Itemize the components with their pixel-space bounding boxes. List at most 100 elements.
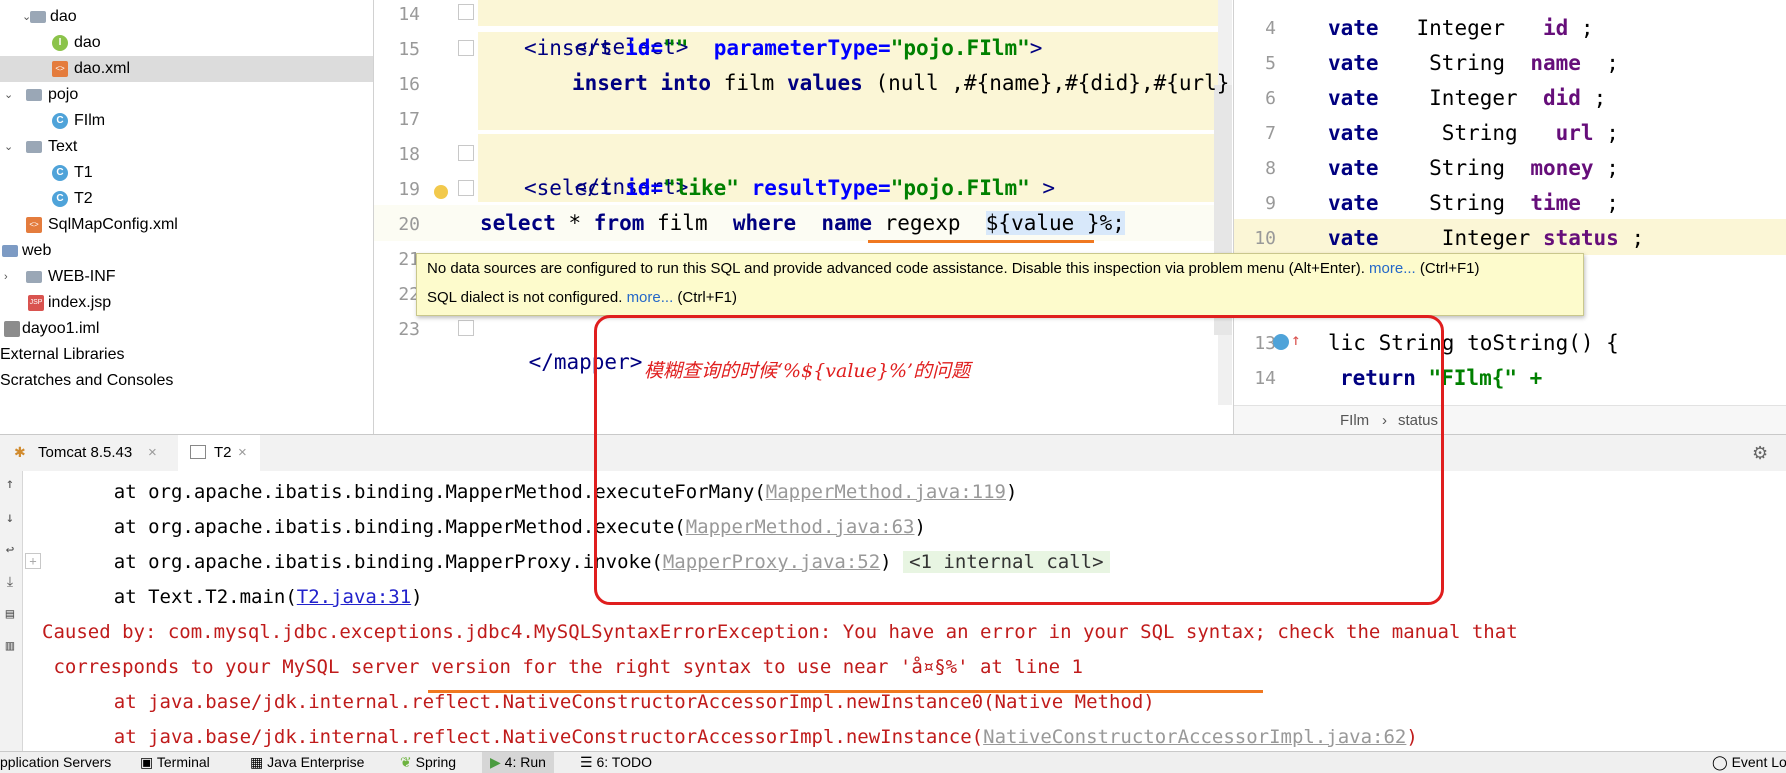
tool-window-label: Terminal (156, 754, 210, 770)
tree-item-t2-class[interactable]: C T2 (0, 186, 373, 212)
close-icon[interactable]: × (148, 435, 157, 471)
tree-item-film-class[interactable]: C FIlm (0, 108, 373, 134)
fold-marker-icon[interactable] (458, 180, 474, 196)
code-token: regexp (871, 211, 986, 235)
tomcat-icon: ✱ (14, 444, 26, 460)
tree-item-dao-interface[interactable]: I dao (0, 30, 373, 56)
tree-item-label: SqlMapConfig.xml (48, 216, 178, 233)
code-token: String (1441, 121, 1518, 145)
tree-item-dao-folder[interactable]: ⌄ dao (0, 4, 373, 30)
print-icon[interactable]: ▤ (3, 607, 17, 621)
code-token: resultType= (751, 176, 891, 200)
lightbulb-icon[interactable] (434, 185, 448, 199)
tooltip-more-link[interactable]: more... (1369, 260, 1416, 277)
tool-window-label: 6: TODO (596, 754, 652, 770)
tool-window-event-log[interactable]: ◯ Event Lo (1712, 752, 1786, 773)
tool-window-java-enterprise[interactable]: ▦ Java Enterprise (250, 752, 364, 773)
code-token: money (1530, 156, 1594, 180)
tree-item-label: index.jsp (48, 294, 112, 311)
code-line-18: </insert> (524, 136, 689, 199)
fold-marker-icon[interactable] (458, 145, 474, 161)
tree-item-text-folder[interactable]: ⌄ Text (0, 134, 373, 160)
expand-icon[interactable]: + (25, 553, 41, 569)
scroll-to-end-icon[interactable]: ⤓ (3, 575, 17, 589)
tool-window-label: 4: Run (504, 754, 546, 770)
line-number: 23 (398, 319, 420, 340)
tool-window-label: Spring (415, 754, 457, 770)
tree-item-label: dao (74, 34, 101, 51)
class-icon: C (52, 165, 68, 181)
arrow-up-icon[interactable]: ↑ (3, 477, 17, 491)
code-token: String (1429, 191, 1506, 215)
tree-item-pojo-folder[interactable]: ⌄ pojo (0, 82, 373, 108)
trash-icon[interactable]: ▥ (3, 639, 17, 653)
chevron-right-icon[interactable]: › (4, 264, 16, 290)
terminal-icon: ▣ (140, 754, 157, 770)
folder-icon (26, 89, 42, 101)
console-text: at org.apache.ibatis.binding.MapperProxy… (68, 551, 663, 573)
code-token: vate (1328, 51, 1379, 75)
module-file-icon (4, 321, 20, 337)
close-icon[interactable]: × (238, 435, 247, 471)
code-token: <select (524, 176, 626, 200)
gear-icon[interactable]: ⚙ (1752, 443, 1768, 464)
fold-marker-icon[interactable] (458, 4, 474, 20)
code-token: vate (1328, 121, 1379, 145)
code-token: (null ,#{name},#{did},#{url} (862, 71, 1230, 95)
run-config-icon (190, 445, 206, 459)
tool-window-application-servers[interactable]: pplication Servers (0, 752, 111, 773)
soft-wrap-icon[interactable]: ↩ (3, 543, 17, 557)
tree-item-label: pojo (48, 86, 79, 103)
tab-t2[interactable]: T2 × (178, 435, 260, 473)
code-line-4: vate Integer id ; (1328, 16, 1594, 40)
line-number: 22 (398, 284, 420, 305)
code-line-20[interactable]: select * from film where name regexp ${v… (480, 206, 1125, 240)
tree-item-t1-class[interactable]: C T1 (0, 160, 373, 186)
tree-item-iml[interactable]: dayoo1.iml (0, 316, 373, 342)
line-number: 5 (1265, 53, 1276, 74)
todo-icon: ☰ (580, 754, 597, 770)
project-tree: ⌄ dao I dao <> dao.xml ⌄ pojo C FIlm ⌄ T… (0, 0, 374, 434)
code-token: String (1429, 51, 1506, 75)
tool-window-spring[interactable]: ❦ Spring (400, 752, 456, 773)
event-log-icon: ◯ (1712, 754, 1732, 770)
class-icon: C (52, 113, 68, 129)
xml-file-icon: <> (26, 217, 42, 233)
spring-icon: ❦ (400, 754, 416, 770)
chevron-down-icon[interactable]: ⌄ (4, 134, 16, 160)
code-token: values (786, 71, 863, 95)
class-icon: C (52, 191, 68, 207)
line-number: 8 (1265, 158, 1276, 179)
tree-item-external-libraries[interactable]: External Libraries (0, 342, 373, 368)
tree-item-index-jsp[interactable]: JSP index.jsp (0, 290, 373, 316)
tree-item-label: T1 (74, 164, 93, 181)
tree-item-web-folder[interactable]: web (0, 238, 373, 264)
tooltip-more-link[interactable]: more... (627, 289, 674, 306)
stack-frame-link[interactable]: NativeConstructorAccessorImpl.java:62 (983, 726, 1406, 748)
console-text: ) (1406, 726, 1418, 748)
code-token: vate (1328, 16, 1379, 40)
tool-window-terminal[interactable]: ▣ Terminal (140, 752, 210, 773)
line-number: 10 (1254, 228, 1276, 249)
tool-window-run[interactable]: ▶ 4: Run (482, 752, 554, 773)
fold-marker-icon[interactable] (458, 320, 474, 336)
chevron-down-icon[interactable]: ⌄ (4, 82, 16, 108)
tab-tomcat[interactable]: ✱ Tomcat 8.5.43 × (0, 435, 176, 471)
code-token: name (1530, 51, 1581, 75)
interface-icon: I (52, 35, 68, 51)
arrow-down-icon[interactable]: ↓ (3, 511, 17, 525)
code-token: ; (1606, 191, 1619, 215)
tree-item-scratches[interactable]: Scratches and Consoles (0, 368, 373, 394)
tree-item-label: web (22, 242, 52, 259)
line-number: 19 (398, 179, 420, 200)
tree-item-webinf-folder[interactable]: › WEB-INF (0, 264, 373, 290)
tree-item-dao-xml[interactable]: <> dao.xml (0, 56, 373, 82)
tool-window-todo[interactable]: ☰ 6: TODO (580, 752, 652, 773)
tree-item-label: dao.xml (74, 60, 131, 77)
tree-item-sqlmapconfig[interactable]: <> SqlMapConfig.xml (0, 212, 373, 238)
inspection-tooltip: No data sources are configured to run th… (416, 253, 1584, 316)
folder-icon (26, 271, 42, 283)
fold-marker-icon[interactable] (458, 40, 474, 56)
tree-item-label: T2 (74, 190, 93, 207)
stack-frame-link[interactable]: T2.java:31 (297, 586, 411, 608)
